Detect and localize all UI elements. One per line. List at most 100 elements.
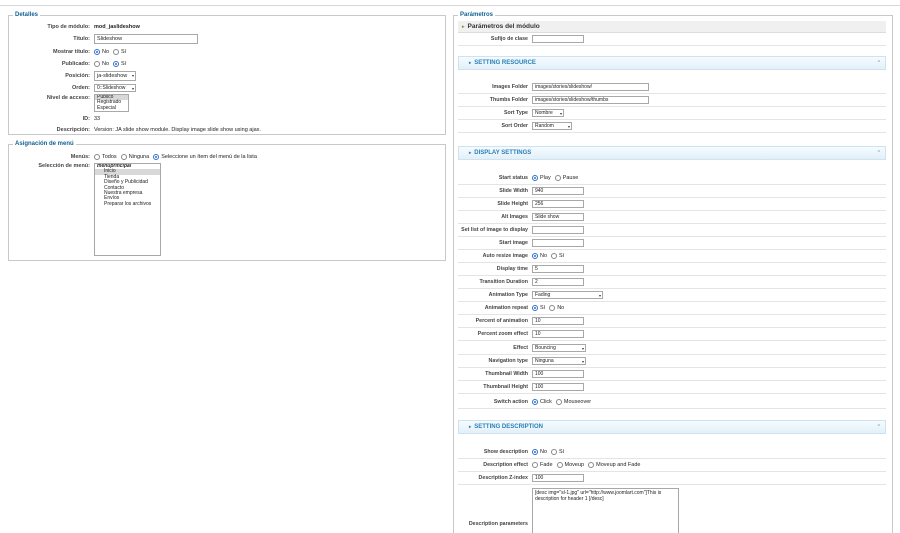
desc-effect-moveup-fade-radio[interactable] <box>588 462 595 468</box>
sort-order-select[interactable]: Random ▾ <box>532 122 572 130</box>
slide-width-label: Slide Width <box>499 188 528 194</box>
start-status-play-radio[interactable] <box>532 175 538 181</box>
desc-params-textarea[interactable]: [desc img="sl-1.jpg" url="http://www.joo… <box>532 488 679 533</box>
start-image-row: Start image <box>458 237 886 250</box>
title-label: Título: <box>73 35 90 42</box>
menus-none-radio[interactable] <box>120 153 127 160</box>
percent-anim-input[interactable]: 10 <box>532 317 584 325</box>
switch-click-radio[interactable] <box>532 399 538 405</box>
sort-order-label: Sort Order <box>501 123 529 129</box>
transition-label: Transition Duration <box>479 279 528 285</box>
anim-repeat-label: Animation repeat <box>484 305 528 311</box>
show-desc-si-radio[interactable] <box>551 449 558 455</box>
access-row: Nivel de acceso: <box>9 93 447 102</box>
thumbs-folder-input[interactable]: images/stories/slideshow/thumbs <box>532 96 649 104</box>
display-time-row: Display time 5 <box>458 263 886 276</box>
nav-type-label: Navigation type <box>488 358 528 364</box>
images-folder-input[interactable]: images/stories/slideshow/ <box>532 83 649 91</box>
slide-height-input[interactable]: 256 <box>532 200 584 208</box>
alt-images-input[interactable]: Slide show <box>532 213 584 221</box>
nav-type-select[interactable]: Ninguna ▾ <box>532 357 586 365</box>
auto-resize-si-radio[interactable] <box>551 253 558 259</box>
published-label: Publicado: <box>61 60 90 67</box>
percent-zoom-input[interactable]: 10 <box>532 330 584 338</box>
menu-option[interactable]: Preparar los archivos <box>95 201 160 207</box>
display-time-input[interactable]: 5 <box>532 265 584 273</box>
alt-images-label: Alt Images <box>501 214 528 220</box>
position-select-value: ja-slideshow <box>97 72 128 79</box>
access-listbox[interactable]: Público Registrado Especial <box>94 94 129 112</box>
order-row: Orden: 0::Slideshow ▾ <box>9 83 447 92</box>
percent-anim-row: Percent of animation 10 <box>458 315 886 328</box>
access-option[interactable]: Especial <box>95 105 128 111</box>
sort-type-select-value: Nombre <box>535 110 553 116</box>
title-input[interactable]: Slideshow <box>94 33 198 44</box>
desc-z-input[interactable]: 100 <box>532 474 584 482</box>
chevron-up-icon: ⌃ <box>876 424 881 430</box>
menu-fieldset: Asignación de menú Menús: Todos Ninguna … <box>8 141 447 261</box>
thumbs-folder-row: Thumbs Folder images/stories/slideshow/t… <box>458 94 886 107</box>
slide-width-row: Slide Width 940 <box>458 185 886 198</box>
anim-repeat-no-radio[interactable] <box>549 305 556 311</box>
order-label: Orden: <box>71 84 90 91</box>
menu-selection-listbox[interactable]: menuprincipal Inicio Tienda Diseño y Pub… <box>94 163 161 256</box>
switch-mouseover-radio[interactable] <box>555 399 562 405</box>
menus-select-radio[interactable] <box>153 153 160 160</box>
show-title-si-text: Sí <box>121 48 127 55</box>
published-no-text: No <box>102 60 110 67</box>
show-title-si-radio[interactable] <box>113 48 120 55</box>
set-list-input[interactable] <box>532 226 584 234</box>
class-suffix-label: Sufijo de clase <box>490 36 528 42</box>
switch-mouseover-text: Mouseover <box>563 399 592 405</box>
menus-label: Menús: <box>70 153 90 160</box>
menu-legend: Asignación de menú <box>13 141 76 148</box>
desc-effect-fade-radio[interactable] <box>532 462 538 468</box>
start-image-input[interactable] <box>532 239 584 247</box>
menus-all-radio[interactable] <box>94 153 100 160</box>
description-value: Version: JA slide show module. Display i… <box>94 126 261 133</box>
auto-resize-no-radio[interactable] <box>532 253 538 259</box>
start-status-pause-radio[interactable] <box>554 175 561 181</box>
desc-effect-label: Description effect <box>483 462 528 468</box>
slide-width-input[interactable]: 940 <box>532 187 584 195</box>
show-desc-no-radio[interactable] <box>532 449 538 455</box>
section-arrow-icon: ▸ <box>469 424 472 429</box>
set-list-row: Set list of image to display <box>458 224 886 237</box>
thumb-width-input[interactable]: 100 <box>532 370 584 378</box>
class-suffix-row: Sufijo de clase <box>458 33 886 46</box>
menus-row: Menús: Todos Ninguna Seleccione un ítem … <box>9 152 447 161</box>
chevron-down-icon: ▾ <box>131 85 134 91</box>
anim-repeat-no-text: No <box>557 305 565 311</box>
desc-effect-moveup-radio[interactable] <box>556 462 563 468</box>
thumb-height-input[interactable]: 100 <box>532 383 584 391</box>
anim-repeat-si-radio[interactable] <box>532 305 538 311</box>
sort-order-row: Sort Order Random ▾ <box>458 120 886 133</box>
desc-z-row: Description Z-index 100 <box>458 472 886 485</box>
transition-input[interactable]: 2 <box>532 278 584 286</box>
slide-height-row: Slide Height 256 <box>458 198 886 211</box>
sort-type-select[interactable]: Nombre ▾ <box>532 109 564 117</box>
class-suffix-input[interactable] <box>532 35 584 43</box>
order-select[interactable]: 0::Slideshow ▾ <box>94 83 136 92</box>
chevron-down-icon: ▾ <box>131 72 134 78</box>
desc-effect-moveup-fade-text: Moveup and Fade <box>596 462 641 468</box>
show-title-no-radio[interactable] <box>94 48 100 55</box>
effect-select[interactable]: Bouncing ▾ <box>532 344 586 352</box>
published-si-text: Sí <box>121 60 127 67</box>
order-select-value: 0::Slideshow <box>97 84 126 91</box>
section-arrow-icon: ▸ <box>469 60 472 65</box>
anim-type-select[interactable]: Fading ▾ <box>532 291 603 299</box>
section-setting-resource[interactable]: ▸ SETTING RESOURCE ⌃ <box>458 56 886 70</box>
thumbs-folder-label: Thumbs Folder <box>489 97 528 103</box>
published-si-radio[interactable] <box>113 60 120 67</box>
module-params-title: Parámetros del módulo <box>467 23 540 30</box>
published-no-radio[interactable] <box>94 60 100 67</box>
position-select[interactable]: ja-slideshow ▾ <box>94 70 136 81</box>
chevron-down-icon: ▾ <box>598 293 601 298</box>
images-folder-label: Images Folder <box>492 84 528 90</box>
percent-anim-label: Percent of animation <box>475 318 528 324</box>
section-display-settings[interactable]: ▸ DISPLAY SETTINGS ⌃ <box>458 146 886 160</box>
module-params-header[interactable]: ▸ Parámetros del módulo <box>458 21 886 33</box>
effect-row: Effect Bouncing ▾ <box>458 342 886 355</box>
section-setting-description[interactable]: ▸ SETTING DESCRIPTION ⌃ <box>458 420 886 434</box>
